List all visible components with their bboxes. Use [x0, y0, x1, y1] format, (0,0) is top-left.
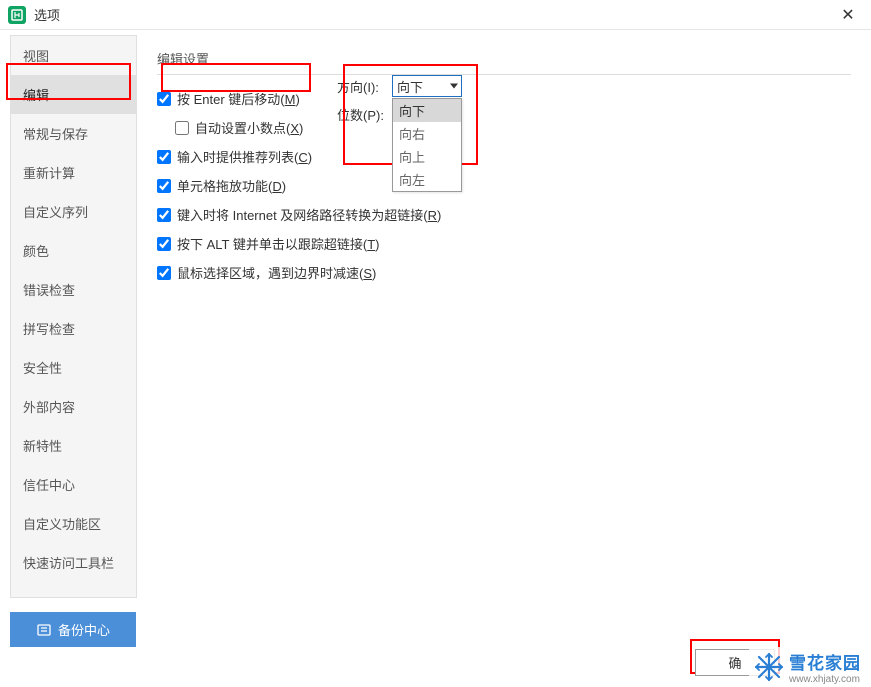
watermark-name: 雪花家园: [789, 649, 861, 674]
titlebar: 选项 ✕: [0, 0, 871, 30]
checkbox-recommend-list-input[interactable]: [157, 150, 171, 164]
ok-button-label: 确: [728, 653, 741, 672]
sidebar-item-edit[interactable]: 编辑: [11, 75, 136, 114]
checkbox-recommend-list-label: 输入时提供推荐列表(C): [177, 147, 312, 166]
direction-option-right[interactable]: 向右: [393, 122, 461, 145]
window-title: 选项: [34, 5, 833, 24]
sidebar-item-general-save[interactable]: 常规与保存: [11, 114, 136, 153]
checkbox-alt-hyperlink-input[interactable]: [157, 237, 171, 251]
checkbox-mouse-select-slow[interactable]: 鼠标选择区域，遇到边界时减速(S): [157, 263, 441, 282]
checkbox-alt-hyperlink[interactable]: 按下 ALT 键并单击以跟踪超链接(T): [157, 234, 441, 253]
sidebar-item-color[interactable]: 颜色: [11, 231, 136, 270]
main-area: 视图 编辑 常规与保存 重新计算 自定义序列 颜色 错误检查 拼写检查 安全性 …: [0, 30, 871, 598]
checkbox-alt-hyperlink-label: 按下 ALT 键并单击以跟踪超链接(T): [177, 234, 380, 253]
sidebar-item-trust-center[interactable]: 信任中心: [11, 465, 136, 504]
direction-option-up[interactable]: 向上: [393, 145, 461, 168]
watermark: 雪花家园 www.xhjaty.com: [749, 647, 865, 687]
sidebar-item-custom-ribbon[interactable]: 自定义功能区: [11, 504, 136, 543]
backup-center-button[interactable]: 备份中心: [10, 612, 136, 647]
watermark-text: 雪花家园 www.xhjaty.com: [789, 649, 861, 685]
footer: 备份中心 确: [10, 604, 861, 679]
sidebar-item-error-check[interactable]: 错误检查: [11, 270, 136, 309]
sidebar: 视图 编辑 常规与保存 重新计算 自定义序列 颜色 错误检查 拼写检查 安全性 …: [10, 35, 137, 598]
direction-panel: 方向(I): 向下 向下 向右 向上 向左 位数(P):: [337, 75, 462, 132]
watermark-url: www.xhjaty.com: [789, 674, 861, 685]
checkbox-mouse-select-slow-label: 鼠标选择区域，遇到边界时减速(S): [177, 263, 376, 282]
sidebar-item-view[interactable]: 视图: [11, 36, 136, 75]
checkbox-internet-hyperlink-input[interactable]: [157, 208, 171, 222]
checkbox-cell-drag-label: 单元格拖放功能(D): [177, 176, 286, 195]
sidebar-item-spell-check[interactable]: 拼写检查: [11, 309, 136, 348]
snowflake-icon: [753, 651, 785, 683]
direction-option-left[interactable]: 向左: [393, 168, 461, 191]
checkbox-enter-move-input[interactable]: [157, 92, 171, 106]
direction-row: 方向(I): 向下 向下 向右 向上 向左: [337, 75, 462, 97]
checkbox-auto-decimal-label: 自动设置小数点(X): [195, 118, 303, 137]
checkbox-cell-drag-input[interactable]: [157, 179, 171, 193]
close-button[interactable]: ✕: [833, 0, 863, 30]
checkbox-enter-move-label: 按 Enter 键后移动(M): [177, 89, 300, 108]
sidebar-item-security[interactable]: 安全性: [11, 348, 136, 387]
content-panel: 编辑设置 按 Enter 键后移动(M) 自动设置小数点(X) 输入时提供推荐列…: [137, 35, 871, 598]
direction-dropdown[interactable]: 向下 向下 向右 向上 向左: [392, 75, 462, 97]
checkbox-auto-decimal-input[interactable]: [175, 121, 189, 135]
sidebar-item-new-features[interactable]: 新特性: [11, 426, 136, 465]
backup-center-label: 备份中心: [58, 620, 110, 639]
direction-value: 向下: [397, 77, 423, 96]
app-logo: [8, 6, 26, 24]
backup-icon: [36, 622, 52, 638]
options-row: 按 Enter 键后移动(M) 自动设置小数点(X) 输入时提供推荐列表(C) …: [157, 89, 851, 292]
digits-label: 位数(P):: [337, 105, 392, 124]
sidebar-item-external-content[interactable]: 外部内容: [11, 387, 136, 426]
direction-label: 方向(I):: [337, 77, 392, 96]
checkbox-internet-hyperlink[interactable]: 键入时将 Internet 及网络路径转换为超链接(R): [157, 205, 441, 224]
checkbox-mouse-select-slow-input[interactable]: [157, 266, 171, 280]
direction-option-down[interactable]: 向下: [393, 99, 461, 122]
checkbox-internet-hyperlink-label: 键入时将 Internet 及网络路径转换为超链接(R): [177, 205, 441, 224]
direction-dropdown-list: 向下 向右 向上 向左: [392, 98, 462, 192]
section-title: 编辑设置: [157, 49, 851, 75]
chevron-down-icon: [450, 84, 458, 89]
sidebar-item-custom-sequence[interactable]: 自定义序列: [11, 192, 136, 231]
sidebar-item-recalculate[interactable]: 重新计算: [11, 153, 136, 192]
sidebar-item-quick-access[interactable]: 快速访问工具栏: [11, 543, 136, 582]
